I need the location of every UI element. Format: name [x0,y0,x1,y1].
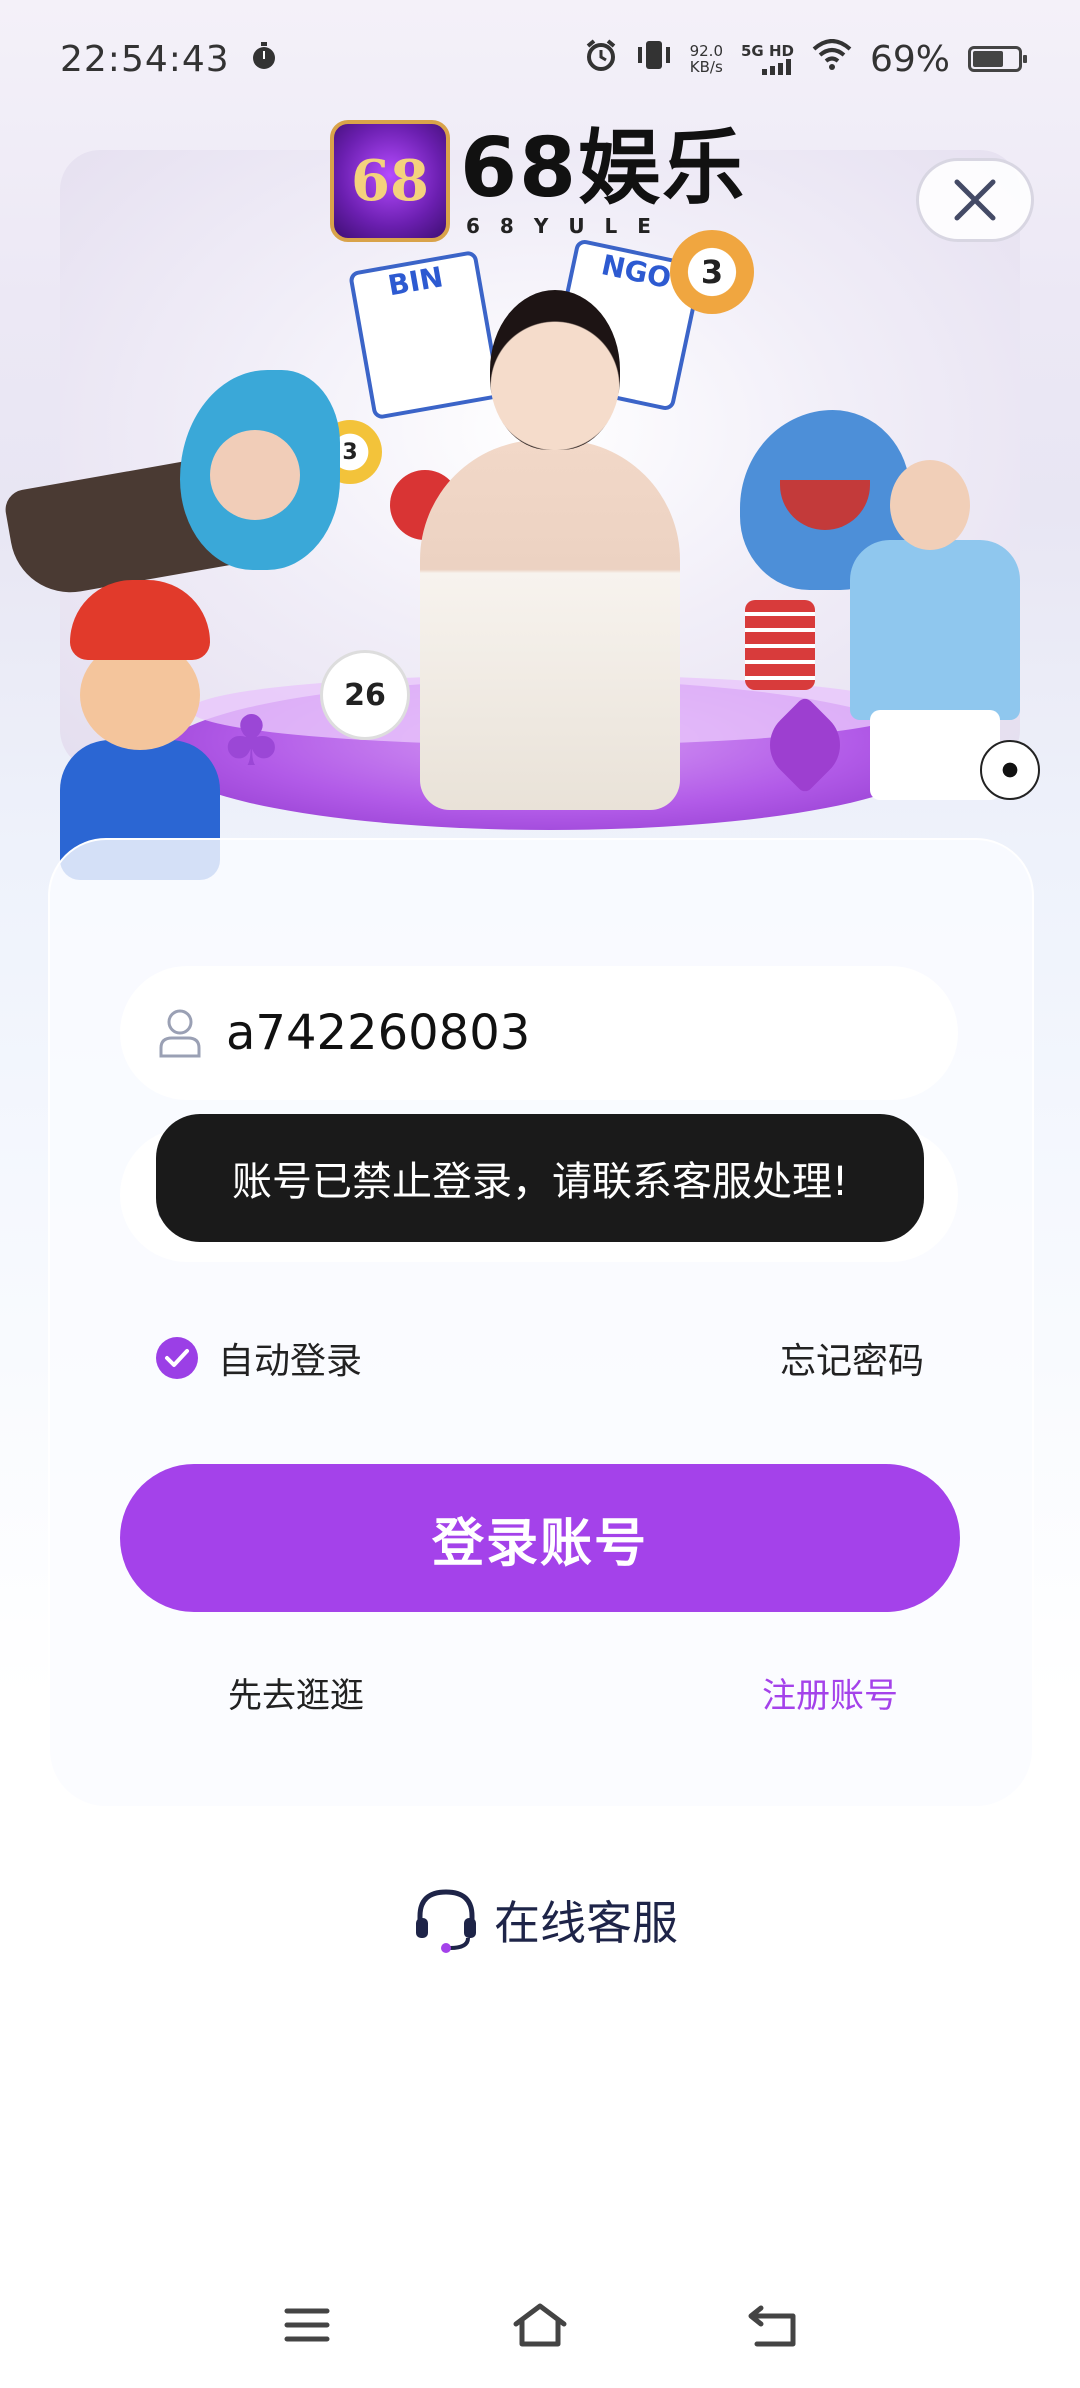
online-service-button[interactable]: 在线客服 [410,1884,678,1956]
wifi-icon [812,38,852,80]
logo-title: 68娱乐 [460,121,747,216]
timer-icon [250,39,278,80]
footballer-figure [840,440,1040,890]
battery-percent: 69% [869,38,950,80]
vibrate-icon [636,38,672,81]
logo-badge: 68 [330,120,450,242]
soccer-ball-icon [980,740,1040,800]
cell-signal: 5G HD [741,43,794,75]
signal-icon [761,59,791,75]
auto-login-option[interactable]: 自动登录 [156,1332,362,1384]
system-nav-bar [0,2290,1080,2360]
net-speed: 92.0 KB/s [690,43,723,75]
forgot-password-link[interactable]: 忘记密码 [780,1332,924,1384]
auto-login-label: 自动登录 [218,1341,363,1382]
mario-character [40,580,240,880]
net-speed-value: 92.0 [689,42,723,60]
check-icon [165,1349,189,1367]
username-input[interactable] [226,1005,926,1061]
status-bar: 22:54:43 92.0 KB/s 5G HD 69% [0,0,1080,118]
home-button[interactable] [510,2295,570,2355]
auto-login-checkbox[interactable] [156,1337,198,1379]
app-logo: 68 68娱乐 68YULE [330,120,746,242]
user-icon [150,1008,210,1058]
logo-text: 68娱乐 68YULE [460,121,747,239]
close-icon [954,179,996,221]
toast-message: 账号已禁止登录，请联系客服处理! [156,1114,924,1242]
online-service-label: 在线客服 [494,1896,678,1950]
back-button[interactable] [743,2295,803,2355]
status-right: 92.0 KB/s 5G HD 69% [584,38,1027,81]
back-icon [748,2305,796,2347]
username-field[interactable] [120,966,958,1100]
login-button[interactable]: 登录账号 [120,1464,960,1612]
casino-chips [745,600,815,690]
register-link[interactable]: 注册账号 [762,1668,898,1717]
headset-icon [416,1889,476,1953]
alarm-icon [584,38,618,81]
menu-icon [284,2308,330,2342]
status-left: 22:54:43 [60,39,278,80]
net-speed-unit: KB/s [689,58,723,76]
network-type: 5G HD [741,42,794,60]
model-figure [400,290,700,810]
close-button[interactable] [916,158,1034,242]
browse-first-link[interactable]: 先去逛逛 [228,1668,364,1717]
logo-subtitle: 68YULE [466,214,671,238]
home-icon [513,2303,567,2347]
menu-button[interactable] [277,2295,337,2355]
status-time: 22:54:43 [60,38,230,80]
battery-icon [968,46,1027,72]
